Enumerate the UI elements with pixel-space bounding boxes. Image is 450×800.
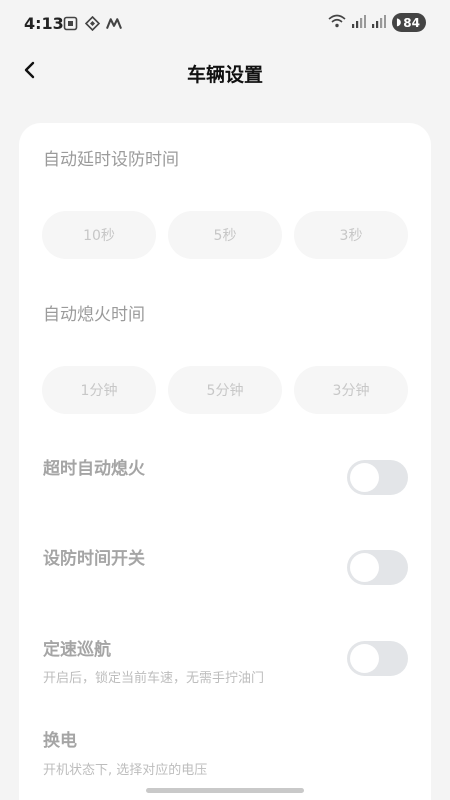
- battery-level: 84: [403, 15, 420, 30]
- arm-delay-option-10s[interactable]: 10秒: [42, 211, 156, 259]
- timeout-auto-off-toggle[interactable]: [347, 460, 408, 495]
- arm-delay-title: 自动延时设防时间: [43, 150, 179, 170]
- battery-swap-description: 开机状态下, 选择对应的电压: [43, 763, 208, 778]
- engine-off-option-1min[interactable]: 1分钟: [42, 366, 156, 414]
- signal-diamond-icon: [84, 15, 100, 31]
- cruise-control-toggle[interactable]: [347, 641, 408, 676]
- toggle-knob: [350, 463, 379, 492]
- vehicle-settings-screen: 4:13 ◗ 84 车辆设置 自动延时设防时间 10秒 5秒 3秒 自动熄火时间…: [0, 0, 450, 800]
- cruise-control-label: 定速巡航: [43, 640, 111, 660]
- status-notification-icons: [62, 15, 122, 31]
- timeout-auto-off-label: 超时自动熄火: [43, 459, 145, 479]
- chevron-left-icon: [22, 60, 38, 84]
- battery-saver-icon: ◗: [396, 17, 402, 28]
- wifi-icon: [328, 13, 346, 32]
- home-indicator[interactable]: [146, 788, 304, 793]
- arm-time-switch-toggle[interactable]: [347, 550, 408, 585]
- arm-delay-option-5s[interactable]: 5秒: [168, 211, 282, 259]
- status-bar: 4:13 ◗ 84: [0, 0, 450, 46]
- engine-off-time-options: 1分钟 5分钟 3分钟: [42, 366, 408, 414]
- engine-off-time-title: 自动熄火时间: [43, 305, 145, 325]
- arm-delay-option-3s[interactable]: 3秒: [294, 211, 408, 259]
- toggle-knob: [350, 553, 379, 582]
- status-time: 4:13: [24, 14, 64, 33]
- settings-card: 自动延时设防时间 10秒 5秒 3秒 自动熄火时间 1分钟 5分钟 3分钟 超时…: [19, 123, 431, 800]
- status-system-icons: ◗ 84: [328, 13, 426, 32]
- cell-signal-icon: [372, 13, 387, 32]
- m-logo-icon: [106, 15, 122, 31]
- cruise-control-description: 开启后，锁定当前车速，无需手拧油门: [43, 671, 265, 686]
- arm-delay-options: 10秒 5秒 3秒: [42, 211, 408, 259]
- page-title: 车辆设置: [186, 64, 263, 86]
- battery-icon: ◗ 84: [392, 13, 426, 32]
- toggle-knob: [350, 644, 379, 673]
- screenshot-icon: [62, 15, 78, 31]
- app-header: 车辆设置: [0, 46, 450, 98]
- arm-time-switch-label: 设防时间开关: [43, 549, 145, 569]
- engine-off-option-3min[interactable]: 3分钟: [294, 366, 408, 414]
- engine-off-option-5min[interactable]: 5分钟: [168, 366, 282, 414]
- cell-signal-icon: [352, 13, 367, 32]
- battery-swap-label[interactable]: 换电: [43, 726, 77, 751]
- back-button[interactable]: [14, 56, 46, 88]
